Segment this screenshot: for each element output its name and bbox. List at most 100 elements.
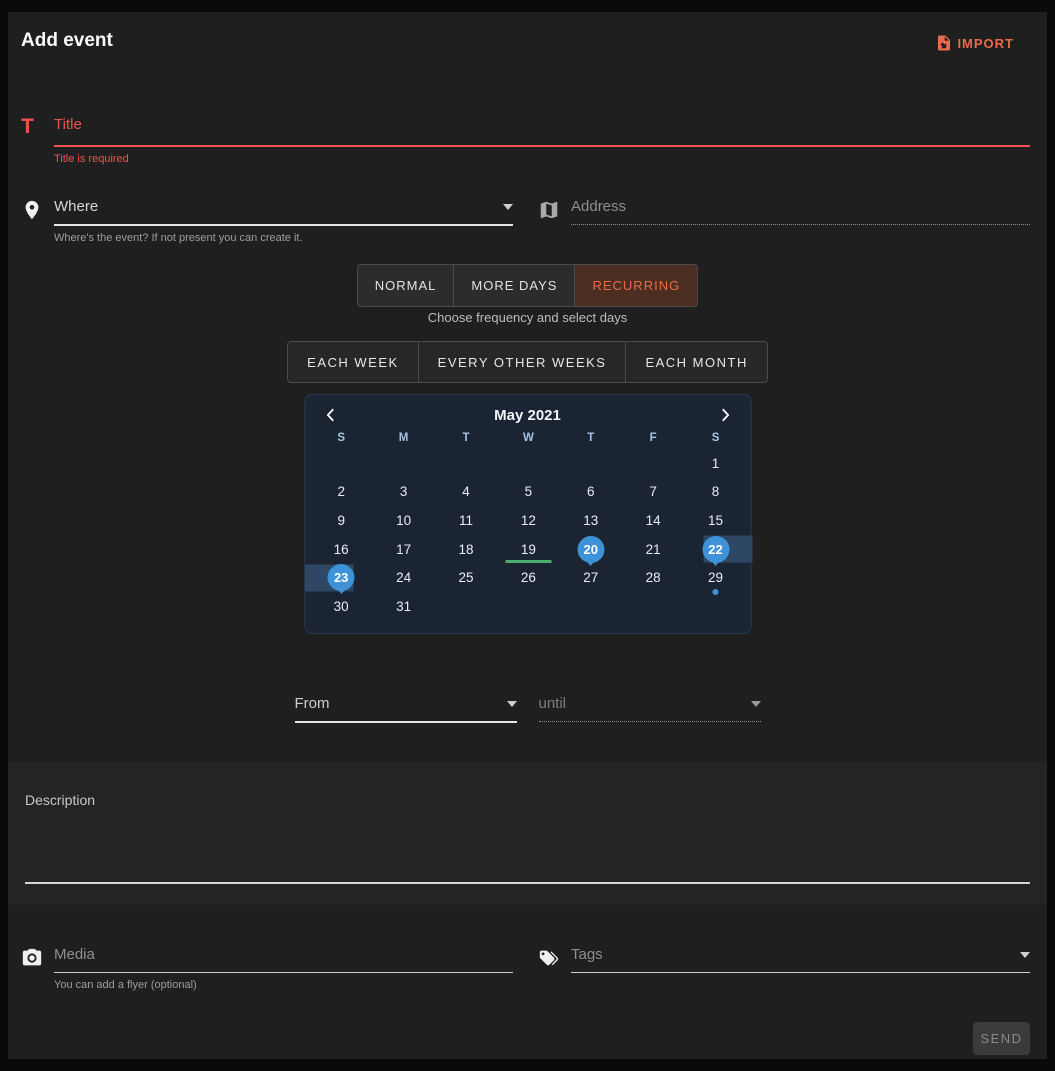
calendar-day-18[interactable]: 18 bbox=[435, 535, 497, 564]
calendar-day-11[interactable]: 11 bbox=[435, 506, 497, 535]
calendar-day-26[interactable]: 26 bbox=[497, 563, 559, 592]
description-textarea[interactable] bbox=[25, 882, 1030, 884]
day-number: 21 bbox=[646, 542, 661, 557]
calendar-weekday-header: T bbox=[560, 432, 622, 444]
calendar-day-25[interactable]: 25 bbox=[435, 563, 497, 592]
calendar-day-31[interactable]: 31 bbox=[372, 592, 434, 621]
from-field: From bbox=[295, 695, 517, 723]
day-number: 4 bbox=[462, 484, 470, 499]
calendar-day-20[interactable]: 20 bbox=[560, 535, 622, 564]
tags-select[interactable]: Tags bbox=[571, 946, 1030, 973]
where-placeholder: Where bbox=[54, 198, 98, 215]
media-tags-row: Media You can add a flyer (optional) Tag… bbox=[21, 946, 1030, 991]
tags-field: Tags bbox=[538, 946, 1030, 991]
calendar-day-13[interactable]: 13 bbox=[560, 506, 622, 535]
calendar-day-21[interactable]: 21 bbox=[622, 535, 684, 564]
tab-more-days[interactable]: MORE DAYS bbox=[454, 264, 575, 307]
title-input[interactable]: Title bbox=[54, 116, 1030, 147]
calendar-day-5[interactable]: 5 bbox=[497, 478, 559, 507]
calendar-day-27[interactable]: 27 bbox=[560, 563, 622, 592]
calendar-day-9[interactable]: 9 bbox=[310, 506, 372, 535]
calendar-day-7[interactable]: 7 bbox=[622, 478, 684, 507]
import-button-label: IMPORT bbox=[957, 36, 1014, 51]
until-placeholder: until bbox=[539, 695, 567, 712]
calendar-day-6[interactable]: 6 bbox=[560, 478, 622, 507]
calendar-day-10[interactable]: 10 bbox=[372, 506, 434, 535]
page-title: Add event bbox=[21, 30, 113, 52]
media-input[interactable]: Media bbox=[54, 946, 513, 973]
calendar-day-30[interactable]: 30 bbox=[310, 592, 372, 621]
day-number: 5 bbox=[525, 484, 533, 499]
from-select[interactable]: From bbox=[295, 695, 517, 723]
calendar-day-23[interactable]: 23 bbox=[310, 563, 372, 592]
tab-every-other-weeks[interactable]: EVERY OTHER WEEKS bbox=[419, 341, 627, 383]
tab-recurring[interactable]: RECURRING bbox=[575, 264, 698, 307]
tab-normal[interactable]: NORMAL bbox=[357, 264, 455, 307]
calendar-day-17[interactable]: 17 bbox=[372, 535, 434, 564]
title-icon: T bbox=[21, 116, 54, 137]
frequency-tabs: EACH WEEK EVERY OTHER WEEKS EACH MONTH bbox=[8, 341, 1047, 383]
day-number: 25 bbox=[458, 570, 473, 585]
calendar-day-3[interactable]: 3 bbox=[372, 478, 434, 507]
chevron-down-icon bbox=[503, 204, 513, 210]
where-field: Where Where's the event? If not present … bbox=[21, 198, 513, 244]
calendar-day-12[interactable]: 12 bbox=[497, 506, 559, 535]
chevron-down-icon bbox=[507, 701, 517, 707]
title-placeholder: Title bbox=[54, 116, 82, 133]
day-number: 30 bbox=[334, 599, 349, 614]
calendar-day-29[interactable]: 29 bbox=[684, 563, 746, 592]
calendar-weekday-header: M bbox=[372, 432, 434, 444]
event-dot bbox=[713, 589, 719, 595]
day-number: 24 bbox=[396, 570, 411, 585]
calendar-prev-button[interactable] bbox=[319, 404, 341, 426]
calendar-day-14[interactable]: 14 bbox=[622, 506, 684, 535]
add-event-dialog: Add event IMPORT T Title Title is requir… bbox=[0, 0, 1055, 1071]
media-field: Media You can add a flyer (optional) bbox=[21, 946, 513, 991]
calendar-day-1[interactable]: 1 bbox=[684, 449, 746, 478]
title-error-text: Title is required bbox=[54, 153, 1030, 165]
day-number: 27 bbox=[583, 570, 598, 585]
dialog-card: Add event IMPORT T Title Title is requir… bbox=[8, 12, 1047, 1059]
day-number: 9 bbox=[337, 513, 345, 528]
calendar-weekday-header: S bbox=[684, 432, 746, 444]
where-select[interactable]: Where bbox=[54, 198, 513, 226]
media-helper-text: You can add a flyer (optional) bbox=[54, 979, 513, 991]
selected-day-marker: 20 bbox=[577, 536, 604, 563]
chevron-left-icon bbox=[321, 406, 339, 424]
calendar-month-label: May 2021 bbox=[494, 407, 561, 424]
day-number: 29 bbox=[708, 570, 723, 585]
selected-day-marker: 22 bbox=[702, 536, 729, 563]
file-import-icon bbox=[935, 34, 953, 52]
calendar-day-22[interactable]: 22 bbox=[684, 535, 746, 564]
day-number: 11 bbox=[459, 513, 473, 528]
calendar-day-8[interactable]: 8 bbox=[684, 478, 746, 507]
calendar-weekday-header: T bbox=[435, 432, 497, 444]
calendar-day-24[interactable]: 24 bbox=[372, 563, 434, 592]
send-button[interactable]: SEND bbox=[973, 1022, 1030, 1055]
day-number: 15 bbox=[708, 513, 723, 528]
address-input[interactable]: Address bbox=[571, 198, 1030, 225]
day-number: 2 bbox=[337, 484, 345, 499]
calendar-day-2[interactable]: 2 bbox=[310, 478, 372, 507]
calendar-next-button[interactable] bbox=[714, 404, 736, 426]
tab-each-month[interactable]: EACH MONTH bbox=[626, 341, 767, 383]
until-select[interactable]: until bbox=[539, 695, 761, 722]
day-number: 28 bbox=[646, 570, 661, 585]
import-button[interactable]: IMPORT bbox=[931, 32, 1018, 54]
chevron-right-icon bbox=[716, 406, 734, 424]
frequency-hint-text: Choose frequency and select days bbox=[8, 310, 1047, 325]
calendar-day-15[interactable]: 15 bbox=[684, 506, 746, 535]
calendar-day-19[interactable]: 19 bbox=[497, 535, 559, 564]
day-number: 14 bbox=[646, 513, 661, 528]
calendar-weekday-header: S bbox=[310, 432, 372, 444]
day-number: 1 bbox=[712, 456, 720, 471]
calendar-day-grid: 1234567891011121314151617181920212223242… bbox=[305, 449, 750, 621]
tab-each-week[interactable]: EACH WEEK bbox=[287, 341, 419, 383]
calendar-day-16[interactable]: 16 bbox=[310, 535, 372, 564]
where-helper-text: Where's the event? If not present you ca… bbox=[54, 232, 513, 244]
calendar-day-4[interactable]: 4 bbox=[435, 478, 497, 507]
calendar-day-28[interactable]: 28 bbox=[622, 563, 684, 592]
selected-day-marker: 23 bbox=[328, 564, 355, 591]
address-placeholder: Address bbox=[571, 198, 626, 215]
day-number: 19 bbox=[521, 542, 536, 557]
